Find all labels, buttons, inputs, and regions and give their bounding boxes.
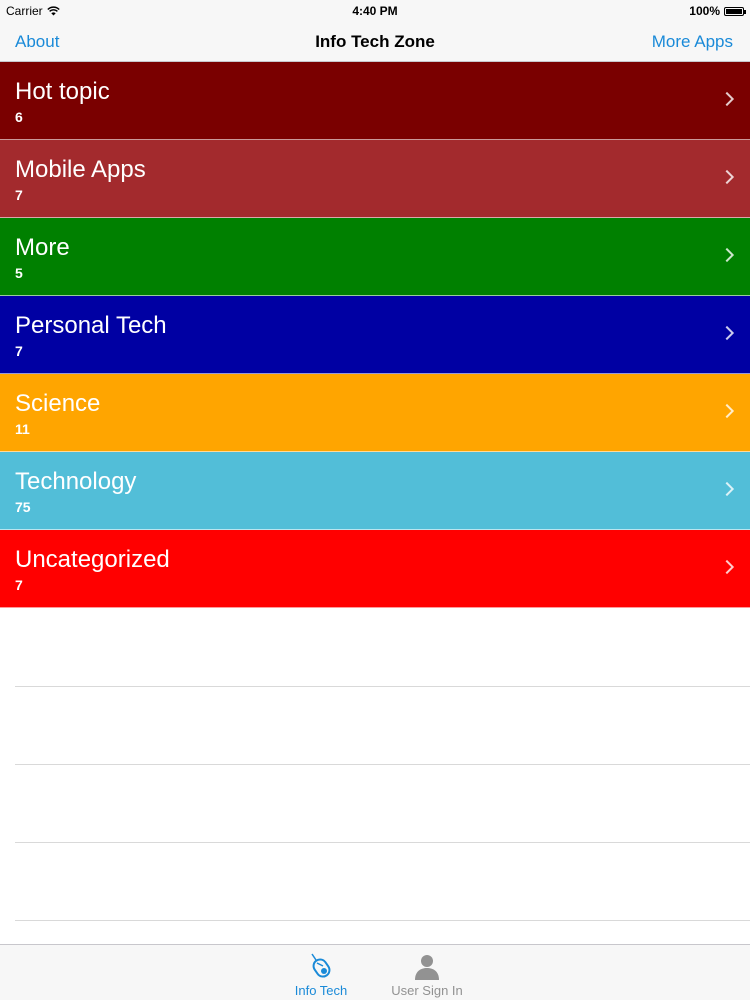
category-count: 6 <box>15 109 23 125</box>
category-title: More <box>15 234 70 261</box>
page-title: Info Tech Zone <box>315 32 435 51</box>
category-row-science[interactable]: Science 11 <box>0 374 750 452</box>
category-row-hot-topic[interactable]: Hot topic 6 <box>0 62 750 140</box>
category-count: 7 <box>15 343 23 359</box>
tab-bar: Info Tech User Sign In <box>0 944 750 1000</box>
category-count: 11 <box>15 421 30 437</box>
chevron-right-icon <box>719 481 735 497</box>
battery-icon <box>724 6 746 16</box>
category-row-uncategorized[interactable]: Uncategorized 7 <box>0 530 750 608</box>
category-count: 7 <box>15 187 23 203</box>
empty-row <box>15 609 750 687</box>
tab-user-sign-in[interactable]: User Sign In <box>377 951 477 998</box>
category-title: Uncategorized <box>15 546 170 573</box>
chevron-right-icon <box>719 91 735 107</box>
category-list: Hot topic 6 Mobile Apps 7 More 5 Persona… <box>0 62 750 608</box>
category-count: 5 <box>15 265 23 281</box>
user-icon <box>415 955 439 980</box>
chevron-right-icon <box>719 325 735 341</box>
mouse-icon <box>311 953 331 978</box>
category-title: Personal Tech <box>15 312 167 339</box>
empty-row <box>15 687 750 765</box>
about-button[interactable]: About <box>15 32 59 52</box>
category-count: 7 <box>15 577 23 593</box>
chevron-right-icon <box>719 169 735 185</box>
category-row-technology[interactable]: Technology 75 <box>0 452 750 530</box>
chevron-right-icon <box>719 403 735 419</box>
battery-percent: 100% <box>689 4 720 18</box>
battery-indicator: 100% <box>689 4 746 18</box>
tab-info-tech[interactable]: Info Tech <box>271 951 371 998</box>
empty-table-area <box>0 609 750 921</box>
tab-label: User Sign In <box>391 983 463 998</box>
navigation-bar: About Info Tech Zone More Apps <box>0 20 750 62</box>
chevron-right-icon <box>719 559 735 575</box>
category-title: Technology <box>15 468 137 495</box>
category-row-more[interactable]: More 5 <box>0 218 750 296</box>
empty-row <box>15 843 750 921</box>
category-count: 75 <box>15 499 31 515</box>
category-title: Hot topic <box>15 78 110 105</box>
category-title: Mobile Apps <box>15 156 146 183</box>
category-row-mobile-apps[interactable]: Mobile Apps 7 <box>0 140 750 218</box>
empty-row <box>15 765 750 843</box>
chevron-right-icon <box>719 247 735 263</box>
category-row-personal-tech[interactable]: Personal Tech 7 <box>0 296 750 374</box>
more-apps-button[interactable]: More Apps <box>652 32 733 52</box>
category-title: Science <box>15 390 101 417</box>
status-time: 4:40 PM <box>352 4 398 18</box>
status-bar: Carrier 4:40 PM 100% <box>0 0 750 20</box>
tab-label: Info Tech <box>294 983 348 998</box>
